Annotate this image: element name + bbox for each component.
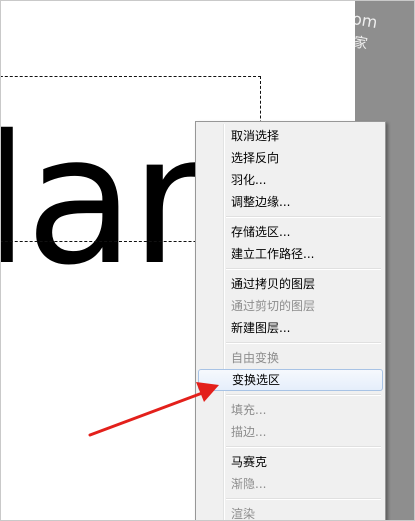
screenshot-border [0, 0, 415, 521]
screenshot-stage: lar jia.com 家 取消选择 选择反向 羽化... 调整边缘... 存储选区..… [0, 0, 415, 521]
